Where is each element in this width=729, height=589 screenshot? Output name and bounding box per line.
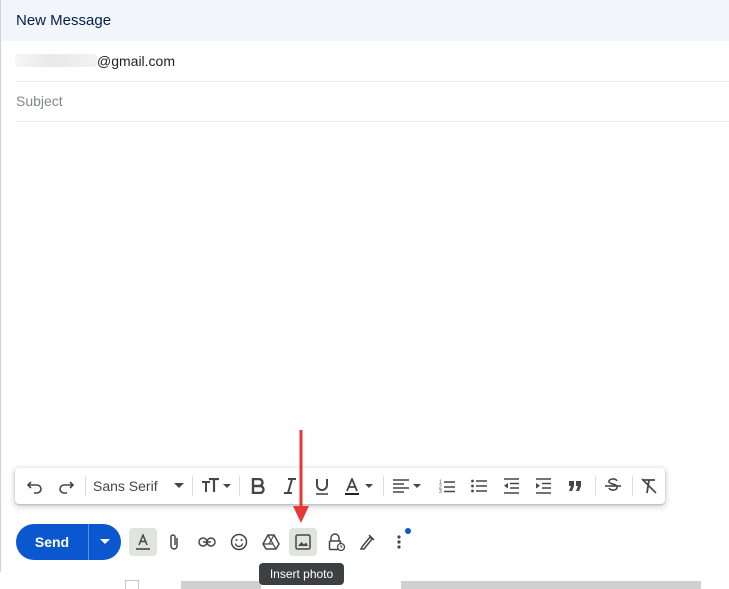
send-button-group: Send: [16, 524, 121, 560]
font-family-label: Sans Serif: [93, 478, 158, 494]
compose-window: New Message @gmail.com Subject Sans Seri…: [0, 0, 729, 572]
toolbar-divider: [383, 476, 384, 496]
send-button[interactable]: Send: [16, 524, 88, 560]
svg-text:3: 3: [439, 489, 442, 493]
link-icon[interactable]: [193, 528, 221, 556]
redacted-recipient: [15, 54, 97, 67]
indent-less-icon[interactable]: [497, 471, 525, 501]
insert-photo-tooltip: Insert photo: [259, 563, 344, 585]
toolbar-divider: [85, 476, 86, 496]
toolbar-divider: [632, 476, 633, 496]
row-sender: [181, 581, 261, 589]
toolbar-divider: [239, 476, 240, 496]
compose-header[interactable]: New Message: [1, 0, 729, 41]
compose-title: New Message: [16, 12, 112, 29]
toolbar-divider: [595, 476, 596, 496]
chevron-down-icon: [172, 471, 186, 501]
text-color-icon[interactable]: [342, 471, 378, 501]
align-icon[interactable]: [388, 471, 426, 501]
formatting-toolbar: Sans Serif 123: [15, 468, 665, 504]
drive-icon[interactable]: [257, 528, 285, 556]
emoji-icon[interactable]: [225, 528, 253, 556]
bulleted-list-icon[interactable]: [465, 471, 493, 501]
subject-field[interactable]: Subject: [15, 81, 729, 122]
confidential-mode-icon[interactable]: [322, 528, 350, 556]
numbered-list-icon[interactable]: 123: [433, 471, 461, 501]
bold-icon[interactable]: [244, 471, 272, 501]
background-inbox-row: [0, 572, 729, 589]
row-checkbox: [125, 580, 139, 589]
to-field[interactable]: @gmail.com: [15, 41, 729, 82]
notification-dot: [405, 528, 411, 534]
chevron-down-icon: [100, 539, 110, 544]
subject-placeholder: Subject: [16, 93, 63, 109]
send-options-button[interactable]: [89, 524, 121, 560]
undo-icon[interactable]: [21, 471, 49, 501]
font-size-icon[interactable]: [197, 471, 235, 501]
insert-photo-icon[interactable]: [289, 528, 317, 556]
recipient-email: @gmail.com: [97, 53, 176, 69]
toolbar-divider: [192, 476, 193, 496]
annotation-arrow: [293, 430, 309, 523]
attach-icon[interactable]: [160, 528, 188, 556]
remove-formatting-icon[interactable]: [635, 471, 663, 501]
strikethrough-icon[interactable]: [599, 471, 627, 501]
formatting-options-icon[interactable]: [129, 528, 157, 556]
signature-icon[interactable]: [353, 528, 381, 556]
quote-icon[interactable]: [561, 471, 589, 501]
underline-icon[interactable]: [308, 471, 336, 501]
row-subject: [401, 581, 701, 589]
redo-icon[interactable]: [52, 471, 80, 501]
indent-more-icon[interactable]: [529, 471, 557, 501]
